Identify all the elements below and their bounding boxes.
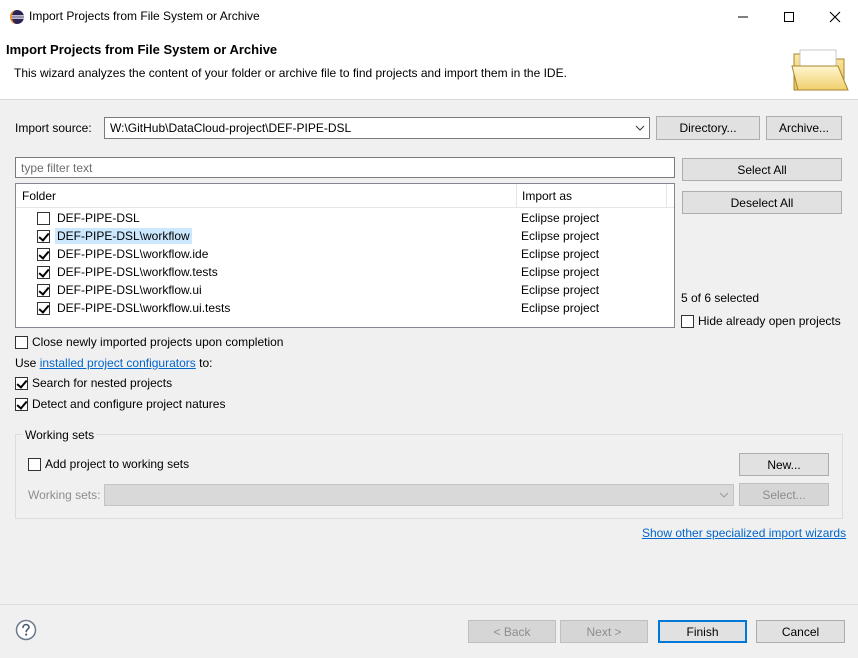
working-sets-combo[interactable] [104,484,734,506]
working-sets-group [15,434,843,519]
close-after-label: Close newly imported projects upon compl… [32,335,284,349]
detect-natures-label: Detect and configure project natures [32,397,226,411]
table-header: Folder Import as [16,184,674,208]
use-prefix: Use [15,356,40,370]
row-import-as: Eclipse project [521,301,600,315]
row-folder: DEF-PIPE-DSL [57,211,140,225]
row-checkbox[interactable] [37,284,50,297]
table-row[interactable]: DEF-PIPE-DSL\workflow.tests Eclipse proj… [16,263,674,281]
help-icon[interactable] [15,619,37,641]
row-folder: DEF-PIPE-DSL\workflow.ui [57,283,202,297]
finish-button[interactable]: Finish [658,620,747,643]
search-nested-checkbox[interactable] [15,376,28,390]
directory-button[interactable]: Directory... [656,116,760,140]
table-row[interactable]: DEF-PIPE-DSL\workflow.ide Eclipse projec… [16,245,674,263]
next-button[interactable]: Next > [560,620,648,643]
add-to-working-sets-option[interactable]: Add project to working sets [28,457,189,471]
detect-natures-option[interactable]: Detect and configure project natures [15,397,225,411]
row-import-as: Eclipse project [521,211,600,225]
column-folder[interactable]: Folder [22,189,56,203]
chevron-down-icon[interactable] [715,485,733,505]
minimize-icon [738,16,748,17]
back-button[interactable]: < Back [468,620,556,643]
select-all-button[interactable]: Select All [682,158,842,181]
title-bar: Import Projects from File System or Arch… [0,0,858,33]
table-row[interactable]: DEF-PIPE-DSL Eclipse project [16,209,674,227]
import-source-combo[interactable]: W:\GitHub\DataCloud-project\DEF-PIPE-DSL [104,117,650,139]
working-sets-label: Working sets: [28,488,101,502]
close-after-option[interactable]: Close newly imported projects upon compl… [15,335,283,349]
filter-input[interactable]: type filter text [15,157,675,178]
wizard-description: This wizard analyzes the content of your… [14,66,567,80]
row-checkbox[interactable] [37,302,50,315]
working-sets-title: Working sets [23,428,97,442]
eclipse-icon [10,10,24,24]
close-button[interactable] [812,0,858,33]
deselect-all-button[interactable]: Deselect All [682,191,842,214]
table-row[interactable]: DEF-PIPE-DSL\workflow Eclipse project [16,227,674,245]
table-row[interactable]: DEF-PIPE-DSL\workflow.ui.tests Eclipse p… [16,299,674,317]
chevron-down-icon[interactable] [631,118,649,138]
row-checkbox[interactable] [37,266,50,279]
column-import-as[interactable]: Import as [522,189,572,203]
filter-placeholder: type filter text [21,160,93,175]
row-checkbox[interactable] [37,248,50,261]
row-folder: DEF-PIPE-DSL\workflow.ui.tests [57,301,231,315]
hide-open-checkbox[interactable] [681,314,694,328]
row-folder: DEF-PIPE-DSL\workflow.tests [57,265,218,279]
cancel-button[interactable]: Cancel [756,620,845,643]
hide-open-label: Hide already open projects [698,314,841,328]
wizard-header: Import Projects from File System or Arch… [0,33,858,100]
use-suffix: to: [195,356,213,370]
row-folder: DEF-PIPE-DSL\workflow.ide [57,247,209,261]
maximize-button[interactable] [766,0,812,33]
wizard-title: Import Projects from File System or Arch… [6,42,278,57]
row-import-as: Eclipse project [521,229,600,243]
search-nested-option[interactable]: Search for nested projects [15,376,172,390]
configurators-link[interactable]: installed project configurators [40,356,196,370]
configurators-line: Use installed project configurators to: [15,356,212,370]
import-source-value: W:\GitHub\DataCloud-project\DEF-PIPE-DSL [110,121,352,135]
folder-icon [791,49,849,91]
selected-count: 5 of 6 selected [681,291,760,305]
search-nested-label: Search for nested projects [32,376,173,390]
close-icon [829,11,841,22]
new-working-set-button[interactable]: New... [739,453,829,476]
row-checkbox[interactable] [37,212,50,225]
other-wizards-link[interactable]: Show other specialized import wizards [642,526,846,540]
window-title: Import Projects from File System or Arch… [29,9,260,23]
archive-button[interactable]: Archive... [766,116,842,140]
detect-natures-checkbox[interactable] [15,397,28,411]
hide-open-option[interactable]: Hide already open projects [681,314,841,328]
add-to-working-sets-label: Add project to working sets [45,457,190,471]
select-working-sets-button[interactable]: Select... [739,483,829,506]
footer-separator [0,604,858,605]
row-import-as: Eclipse project [521,283,600,297]
import-source-label: Import source: [15,121,92,135]
row-import-as: Eclipse project [521,247,600,261]
minimize-button[interactable] [720,0,766,33]
close-after-checkbox[interactable] [15,335,28,349]
row-import-as: Eclipse project [521,265,600,279]
add-to-working-sets-checkbox[interactable] [28,457,41,471]
projects-table[interactable]: Folder Import as DEF-PIPE-DSL Eclipse pr… [15,183,675,328]
row-checkbox[interactable] [37,230,50,243]
table-row[interactable]: DEF-PIPE-DSL\workflow.ui Eclipse project [16,281,674,299]
row-folder: DEF-PIPE-DSL\workflow [55,228,192,244]
maximize-icon [784,11,794,22]
